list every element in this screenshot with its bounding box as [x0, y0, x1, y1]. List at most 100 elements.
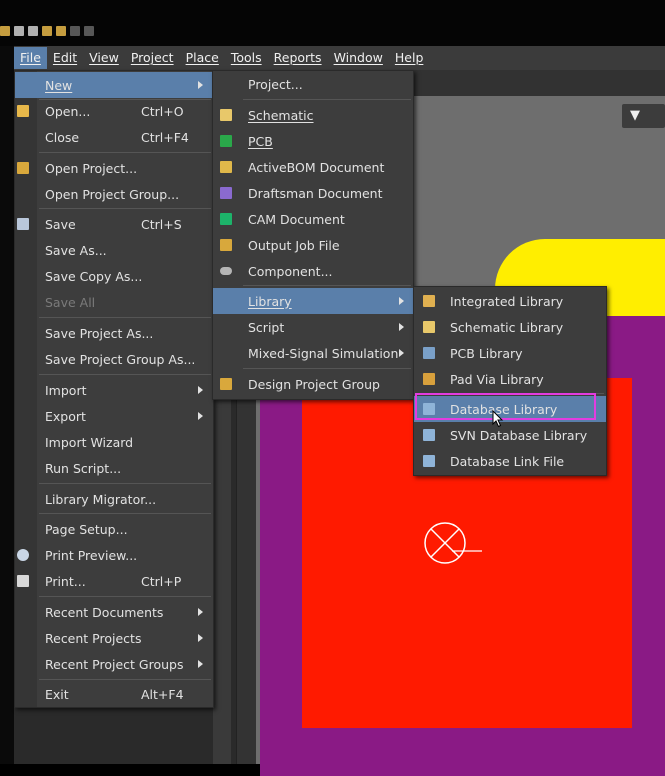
file-menu-item-print[interactable]: Print... Ctrl+P: [15, 568, 213, 594]
integrated-library-icon: [422, 294, 436, 308]
new-menu-item-mixed-signal-simulation[interactable]: Mixed-Signal Simulation: [213, 340, 413, 366]
submenu-arrow-icon: [198, 386, 203, 394]
new-menu-item-activebom[interactable]: ActiveBOM Document: [213, 154, 413, 180]
library-menu-item-svn-database[interactable]: SVN Database Library: [414, 422, 606, 448]
file-menu-item-import-wizard[interactable]: Import Wizard: [15, 429, 213, 455]
filter-icon: ▼: [630, 108, 640, 123]
file-menu-item-recent-projects[interactable]: Recent Projects: [15, 625, 213, 651]
new-menu-item-script[interactable]: Script: [213, 314, 413, 340]
file-menu-item-open-project[interactable]: Open Project...: [15, 155, 213, 181]
file-menu-item-page-setup[interactable]: Page Setup...: [15, 516, 213, 542]
file-menu-item-save-project-as[interactable]: Save Project As...: [15, 320, 213, 346]
library-menu-item-integrated[interactable]: Integrated Library: [414, 288, 606, 314]
file-menu-item-import[interactable]: Import: [15, 377, 213, 403]
save-all-icon[interactable]: [28, 26, 38, 36]
menu-separator: [39, 152, 211, 153]
menu-project[interactable]: Project: [125, 47, 180, 69]
file-menu-item-library-migrator[interactable]: Library Migrator...: [15, 486, 213, 512]
open-project-icon: [16, 161, 30, 175]
submenu-arrow-icon: [198, 660, 203, 668]
file-menu-item-exit[interactable]: Exit Alt+F4: [15, 681, 213, 707]
menu-edit[interactable]: Edit: [47, 47, 83, 69]
file-menu-item-new[interactable]: New: [15, 72, 213, 98]
submenu-arrow-icon: [399, 297, 404, 305]
new-menu-item-component[interactable]: Component...: [213, 258, 413, 284]
library-menu-item-database-link[interactable]: Database Link File: [414, 448, 606, 474]
menu-separator: [39, 483, 211, 484]
submenu-arrow-icon: [198, 634, 203, 642]
origin-marker-icon: [424, 522, 482, 564]
new-menu-item-output-job[interactable]: Output Job File: [213, 232, 413, 258]
database-link-icon: [422, 454, 436, 468]
file-menu-item-open-project-group[interactable]: Open Project Group...: [15, 181, 213, 207]
file-menu: New Open... Ctrl+O Close Ctrl+F4 Open Pr…: [14, 70, 214, 708]
menu-separator: [39, 679, 211, 680]
new-menu-item-draftsman[interactable]: Draftsman Document: [213, 180, 413, 206]
new-menu-item-schematic[interactable]: Schematic: [213, 102, 413, 128]
file-menu-item-close[interactable]: Close Ctrl+F4: [15, 124, 213, 150]
menu-file[interactable]: File: [14, 47, 47, 69]
menu-separator: [39, 208, 211, 209]
file-menu-item-save-as[interactable]: Save As...: [15, 237, 213, 263]
file-menu-item-save[interactable]: Save Ctrl+S: [15, 211, 213, 237]
menu-place[interactable]: Place: [180, 47, 225, 69]
submenu-arrow-icon: [399, 349, 404, 357]
printer-icon: [16, 574, 30, 588]
new-menu-item-cam-document[interactable]: CAM Document: [213, 206, 413, 232]
quick-access-toolbar: [0, 26, 94, 40]
file-menu-item-export[interactable]: Export: [15, 403, 213, 429]
menu-separator: [39, 596, 211, 597]
redo-icon[interactable]: [84, 26, 94, 36]
file-menu-item-save-project-group-as[interactable]: Save Project Group As...: [15, 346, 213, 372]
library-menu-item-pad-via[interactable]: Pad Via Library: [414, 366, 606, 392]
submenu-arrow-icon: [198, 412, 203, 420]
menu-separator: [243, 285, 411, 286]
pcb-icon: [219, 134, 233, 148]
menu-window[interactable]: Window: [328, 47, 389, 69]
submenu-arrow-icon: [198, 608, 203, 616]
menu-separator: [39, 317, 211, 318]
save-disk-icon: [16, 217, 30, 231]
library-submenu: Integrated Library Schematic Library PCB…: [413, 286, 607, 476]
undo-icon[interactable]: [70, 26, 80, 36]
svn-database-library-icon: [422, 428, 436, 442]
pad-via-library-icon: [422, 372, 436, 386]
open-folder-icon[interactable]: [56, 26, 66, 36]
pcb-library-icon: [422, 346, 436, 360]
library-menu-item-pcb[interactable]: PCB Library: [414, 340, 606, 366]
title-bar: [0, 0, 665, 46]
open-folder-icon: [16, 104, 30, 118]
filter-button[interactable]: ▼: [622, 104, 665, 128]
file-menu-item-recent-project-groups[interactable]: Recent Project Groups: [15, 651, 213, 677]
project-group-icon: [219, 377, 233, 391]
activebom-icon: [219, 160, 233, 174]
file-menu-item-save-all: Save All: [45, 294, 96, 310]
output-job-icon: [219, 238, 233, 252]
menu-separator: [39, 374, 211, 375]
schematic-icon: [219, 108, 233, 122]
file-menu-item-recent-documents[interactable]: Recent Documents: [15, 599, 213, 625]
file-menu-item-open[interactable]: Open... Ctrl+O: [15, 98, 213, 124]
menu-reports[interactable]: Reports: [268, 47, 328, 69]
menu-help[interactable]: Help: [389, 47, 430, 69]
new-menu-item-design-project-group[interactable]: Design Project Group: [213, 371, 413, 397]
open-project-icon[interactable]: [42, 26, 52, 36]
submenu-arrow-icon: [198, 81, 203, 89]
submenu-arrow-icon: [399, 323, 404, 331]
save-icon[interactable]: [14, 26, 24, 36]
new-menu-item-library[interactable]: Library: [213, 288, 413, 314]
file-menu-item-save-copy-as[interactable]: Save Copy As...: [15, 263, 213, 289]
component-icon: [219, 264, 233, 278]
file-menu-item-run-script[interactable]: Run Script...: [15, 455, 213, 481]
mouse-cursor-icon: [492, 410, 504, 428]
menu-separator: [243, 368, 411, 369]
library-menu-item-schematic[interactable]: Schematic Library: [414, 314, 606, 340]
menu-view[interactable]: View: [83, 47, 125, 69]
new-menu-item-project[interactable]: Project...: [213, 71, 413, 97]
new-menu-item-pcb[interactable]: PCB: [213, 128, 413, 154]
new-submenu: Project... Schematic PCB ActiveBOM Docum…: [212, 70, 414, 400]
menu-tools[interactable]: Tools: [225, 47, 268, 69]
open-icon[interactable]: [0, 26, 10, 36]
file-menu-item-print-preview[interactable]: Print Preview...: [15, 542, 213, 568]
draftsman-icon: [219, 186, 233, 200]
